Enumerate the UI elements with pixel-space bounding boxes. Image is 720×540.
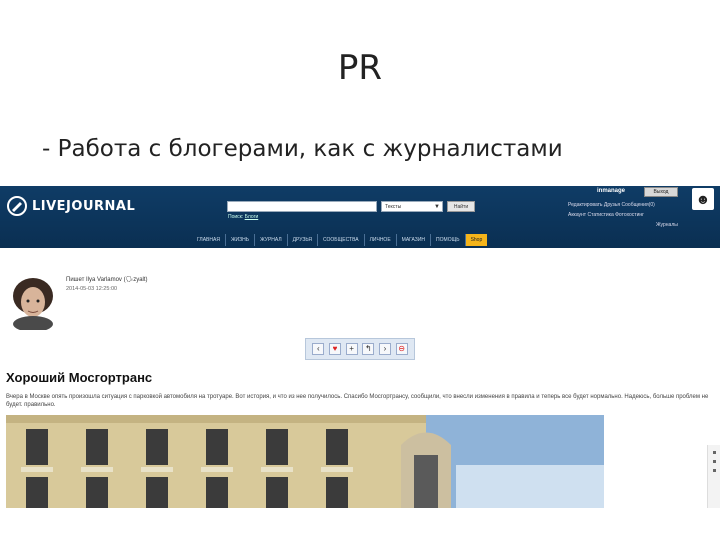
author-userpic[interactable]	[6, 272, 60, 330]
nav-item-personal[interactable]: ЛИЧНОЕ	[365, 234, 397, 246]
search-by-prefix: Поиск:	[228, 214, 244, 220]
nav-item-shop[interactable]: Shop	[465, 234, 488, 246]
forward-icon[interactable]: ›	[378, 343, 391, 355]
user-links-row-3[interactable]: Журналы	[568, 220, 680, 230]
dot-icon	[712, 451, 716, 454]
search-by-link[interactable]: Блоги	[245, 214, 259, 220]
nav-item-friends[interactable]: ДРУЗЬЯ	[288, 234, 319, 246]
lj-logo-text: LIVEJOURNAL	[32, 198, 136, 214]
livejournal-screenshot: LIVEJOURNAL Тексты ▼ Найти Поиск: Блоги …	[0, 186, 720, 508]
add-icon[interactable]: +	[345, 343, 358, 355]
entry-date: 2014-05-03 12:25:00	[66, 286, 118, 292]
dot-icon	[712, 469, 716, 472]
lj-header: LIVEJOURNAL Тексты ▼ Найти Поиск: Блоги …	[0, 186, 720, 248]
nav-item-communities[interactable]: СООБЩЕСТВА	[318, 234, 365, 246]
chevron-down-icon: ▼	[434, 204, 440, 210]
search-type-select[interactable]: Тексты ▼	[381, 201, 443, 212]
user-links: Редактировать Друзья Сообщения(0) Аккаун…	[568, 200, 680, 230]
back-icon[interactable]: ‹	[312, 343, 325, 355]
block-icon[interactable]: ⊖	[395, 343, 408, 355]
nav-item-home[interactable]: ГЛАВНАЯ	[192, 234, 226, 246]
nav-item-store[interactable]: МАГАЗИН	[397, 234, 432, 246]
entry-text: Вчера в Москве опять произошла ситуация …	[6, 394, 709, 408]
entry-photo	[6, 415, 604, 508]
slide-title: PR	[337, 48, 383, 88]
search-by: Поиск: Блоги	[228, 214, 258, 220]
entry-toolbar: ‹ ♥ + ↰ › ⊖	[305, 338, 415, 360]
share-icon[interactable]: ↰	[362, 343, 375, 355]
logout-button[interactable]: Выход	[644, 187, 678, 197]
user-avatar[interactable]: ☻	[692, 188, 714, 210]
main-nav: ГЛАВНАЯ ЖИЗНЬ ЖУРНАЛ ДРУЗЬЯ СООБЩЕСТВА Л…	[192, 234, 488, 246]
nav-item-help[interactable]: ПОМОЩЬ	[431, 234, 466, 246]
search-input[interactable]	[227, 201, 377, 212]
lj-pencil-icon	[7, 196, 27, 216]
heart-icon[interactable]: ♥	[328, 343, 341, 355]
entry-title[interactable]: Хороший Мосгортранс	[6, 370, 152, 385]
entry-poster[interactable]: Пишет Ilya Varlamov (🗣zyalt)	[66, 276, 148, 283]
nav-item-journal[interactable]: ЖУРНАЛ	[255, 234, 288, 246]
slide-bullet: - Работа с блогерами, как с журналистами	[42, 136, 563, 162]
search-button[interactable]: Найти	[447, 201, 475, 212]
nav-item-life[interactable]: ЖИЗНЬ	[226, 234, 256, 246]
dot-icon	[712, 460, 716, 463]
side-widget[interactable]	[707, 445, 720, 508]
lj-logo[interactable]: LIVEJOURNAL	[6, 194, 135, 218]
username[interactable]: inmanage	[597, 188, 625, 194]
user-links-row-1[interactable]: Редактировать Друзья Сообщения(0)	[568, 200, 680, 210]
search-type-value: Тексты	[385, 204, 402, 210]
user-links-row-2[interactable]: Аккаунт Статистика Фотохостинг	[568, 210, 680, 220]
